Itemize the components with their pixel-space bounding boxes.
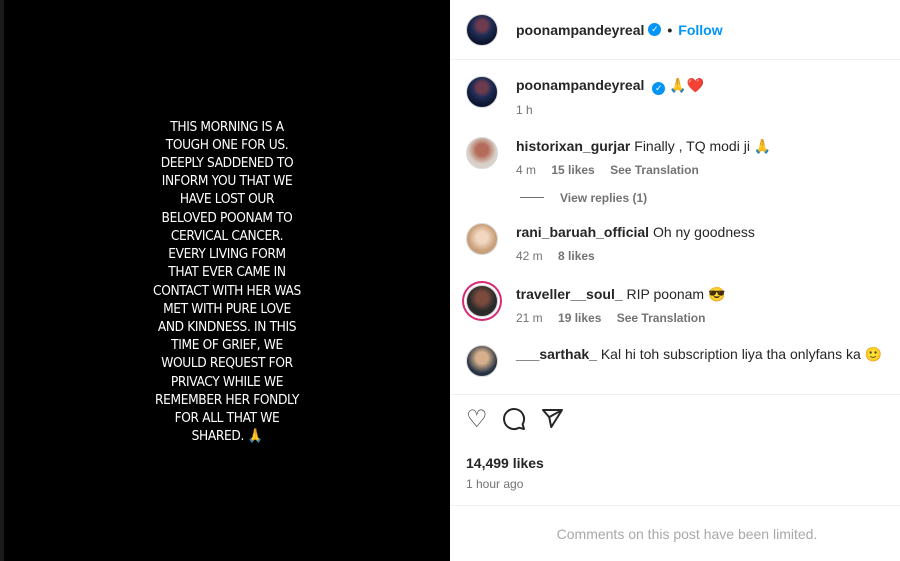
- comment-item: rani_baruah_official Oh ny goodness 42 m…: [466, 222, 884, 263]
- caption: poonampandeyreal ✓ 🙏❤️ 1 h: [466, 76, 884, 117]
- author-username[interactable]: poonampandeyreal: [516, 22, 644, 38]
- commenter-avatar[interactable]: [466, 136, 498, 169]
- see-translation-link[interactable]: See Translation: [610, 163, 699, 177]
- comment-text: Finally , TQ modi ji 🙏: [634, 137, 772, 154]
- comment-item: traveller__soul_ RIP poonam 😎 21 m 19 li…: [466, 284, 884, 325]
- comment-time: 21 m: [516, 310, 543, 325]
- comment-text: RIP poonam 😎: [626, 285, 726, 302]
- commenter-avatar[interactable]: [466, 284, 498, 317]
- commenter-username[interactable]: rani_baruah_official: [516, 224, 649, 240]
- comment-item: ___sarthak_ Kal hi toh subscription liya…: [466, 344, 884, 377]
- comment-likes[interactable]: 15 likes: [551, 163, 594, 177]
- story-image: THIS MORNING IS A TOUGH ONE FOR US. DEEP…: [0, 0, 450, 561]
- author-avatar[interactable]: [466, 13, 498, 46]
- comment-icon[interactable]: [502, 407, 526, 437]
- caption-time: 1 h: [516, 102, 533, 117]
- post-actions: ♡ 14,499 likes 1 hour ago: [450, 394, 900, 505]
- caption-avatar[interactable]: [466, 76, 498, 108]
- comment-text: Kal hi toh subscription liya tha onlyfan…: [600, 345, 883, 362]
- heart-icon[interactable]: ♡: [466, 407, 488, 437]
- separator-dot: •: [667, 21, 673, 38]
- commenter-username[interactable]: traveller__soul_: [516, 286, 623, 302]
- verified-badge-icon: ✓: [652, 81, 666, 95]
- comment-item: historixan_gurjar Finally , TQ modi ji 🙏…: [466, 136, 884, 177]
- likes-count[interactable]: 14,499 likes: [466, 455, 884, 471]
- commenter-avatar[interactable]: [466, 222, 498, 255]
- share-icon[interactable]: [540, 407, 564, 437]
- post-header: poonampandeyreal ✓ • Follow: [450, 0, 900, 60]
- follow-button[interactable]: Follow: [678, 22, 722, 38]
- comments-limited-notice: Comments on this post have been limited.: [450, 505, 900, 561]
- post-time: 1 hour ago: [466, 477, 524, 491]
- verified-badge-icon: ✓: [648, 23, 662, 36]
- comment-likes[interactable]: 19 likes: [558, 311, 601, 325]
- comments-list[interactable]: poonampandeyreal ✓ 🙏❤️ 1 h historixan_gu…: [450, 60, 900, 390]
- comment-text: Oh ny goodness: [652, 223, 755, 240]
- view-replies-label: View replies (1): [560, 190, 648, 205]
- commenter-avatar[interactable]: [466, 344, 498, 377]
- comment-time: 42 m: [516, 248, 543, 263]
- comment-time: 4 m: [516, 162, 537, 177]
- caption-username[interactable]: poonampandeyreal: [516, 77, 644, 93]
- commenter-username[interactable]: historixan_gurjar: [516, 138, 630, 154]
- commenter-username[interactable]: ___sarthak_: [516, 346, 597, 362]
- see-translation-link[interactable]: See Translation: [617, 311, 706, 325]
- post-panel: poonampandeyreal ✓ • Follow poonampandey…: [450, 0, 900, 561]
- caption-text: 🙏❤️: [669, 77, 705, 93]
- view-replies-button[interactable]: View replies (1): [520, 191, 884, 205]
- replies-line: [520, 197, 544, 198]
- comment-likes[interactable]: 8 likes: [558, 249, 595, 263]
- story-text: THIS MORNING IS A TOUGH ONE FOR US. DEEP…: [153, 118, 301, 445]
